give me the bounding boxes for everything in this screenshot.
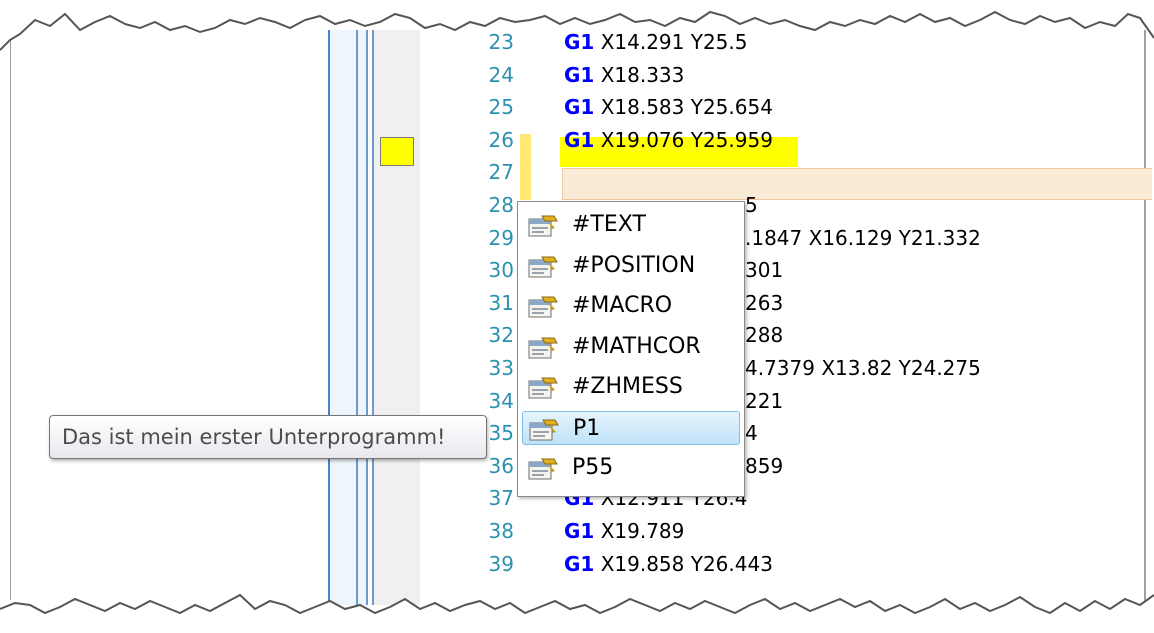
code-line[interactable]: 5: [745, 189, 758, 221]
gcode-arguments: 4.7379 X13.82 Y24.275: [745, 356, 981, 380]
gcode-arguments: 301: [745, 258, 784, 282]
completion-item[interactable]: P1: [522, 410, 740, 445]
gcode-arguments: 4: [745, 421, 758, 445]
change-marker: [520, 134, 531, 200]
completion-item-label: #MACRO: [572, 293, 673, 318]
line-number: 28: [488, 193, 514, 217]
gcode-arguments: 859: [745, 454, 784, 478]
line-number: 32: [488, 323, 514, 347]
completion-item[interactable]: #MACRO: [522, 289, 740, 323]
code-line[interactable]: 288: [745, 319, 783, 351]
completion-item[interactable]: #TEXT: [522, 208, 740, 242]
gcode-arguments: 5: [745, 193, 758, 217]
code-line[interactable]: 301: [745, 254, 783, 286]
gcode-arguments: X18.583 Y25.654: [594, 95, 773, 119]
gcode-arguments: 263: [745, 291, 784, 315]
code-line[interactable]: 4: [745, 417, 758, 449]
gcode-keyword: G1: [564, 63, 595, 87]
completion-item-label: #ZHMESS: [572, 374, 683, 399]
line-number: 26: [488, 128, 514, 152]
code-line[interactable]: G1 X19.858 Y26.443: [564, 548, 773, 580]
code-line[interactable]: .1847 X16.129 Y21.332: [745, 222, 981, 254]
subprogram-icon: [528, 457, 558, 481]
subprogram-icon: [528, 336, 558, 360]
completion-item-label: P55: [572, 455, 614, 480]
completion-item-label: #TEXT: [572, 212, 646, 237]
line-number: 24: [488, 63, 514, 87]
line-number: 33: [488, 356, 514, 380]
completion-item[interactable]: #MATHCOR: [522, 330, 740, 364]
completion-popup[interactable]: #TEXT #POSITION #MACRO #MATHCOR #ZHMESS P1 P55: [517, 201, 745, 497]
code-line[interactable]: G1 X18.583 Y25.654: [564, 91, 773, 123]
code-line[interactable]: 263: [745, 287, 783, 319]
line-number: 31: [488, 291, 514, 315]
subprogram-icon: [529, 418, 559, 442]
completion-item[interactable]: #POSITION: [522, 249, 740, 283]
splitter-track: [358, 30, 366, 605]
left-pane: [10, 35, 329, 600]
gcode-arguments: .1847 X16.129 Y21.332: [745, 226, 981, 250]
editor-window: 23 G1 X14.291 Y25.5 24 G1 X18.333 25 G1 X18.5…: [0, 0, 1154, 633]
code-line[interactable]: 859: [745, 450, 783, 482]
code-line[interactable]: 4.7379 X13.82 Y24.275: [745, 352, 981, 384]
completion-tooltip: Das ist mein erster Unterprogramm!: [49, 415, 487, 459]
completion-item-label: #MATHCOR: [572, 333, 701, 359]
subprogram-icon: [528, 376, 558, 400]
line-number: 34: [488, 389, 514, 413]
gcode-arguments: X19.076 Y25.959: [594, 128, 773, 152]
subprogram-icon: [528, 214, 558, 238]
gutter[interactable]: [374, 30, 420, 605]
splitter-track: [330, 30, 356, 605]
gcode-keyword: G1: [564, 519, 595, 543]
code-line[interactable]: G1 X18.333: [564, 59, 684, 91]
gcode-keyword: G1: [564, 128, 595, 152]
torn-edge-bottom: [0, 593, 1154, 633]
gcode-arguments: X19.858 Y26.443: [594, 552, 773, 576]
subprogram-icon: [528, 255, 558, 279]
line-number: 39: [488, 552, 514, 576]
line-number: 27: [488, 160, 514, 184]
subprogram-icon: [528, 295, 558, 319]
code-line[interactable]: 221: [745, 385, 783, 417]
code-line[interactable]: G1 X19.076 Y25.959: [564, 124, 773, 156]
completion-item-label: P1: [573, 415, 601, 441]
completion-item[interactable]: #ZHMESS: [522, 370, 740, 404]
torn-edge-top: [0, 0, 1154, 51]
completion-item-label: #POSITION: [572, 252, 696, 278]
line-number: 30: [488, 258, 514, 282]
gcode-arguments: 288: [745, 323, 784, 347]
line-number: 37: [488, 486, 514, 510]
line-number: 29: [488, 226, 514, 250]
gcode-arguments: 221: [745, 389, 784, 413]
gcode-keyword: G1: [564, 95, 595, 119]
gcode-arguments: X19.789: [594, 519, 685, 543]
gcode-arguments: X18.333: [594, 63, 685, 87]
line-number: 38: [488, 519, 514, 543]
line-number: 25: [488, 95, 514, 119]
gcode-keyword: G1: [564, 552, 595, 576]
completion-item[interactable]: P55: [522, 451, 740, 485]
code-line[interactable]: G1 X19.789: [564, 515, 684, 547]
current-line-highlight: [562, 168, 1152, 200]
bookmark-marker[interactable]: [380, 137, 414, 166]
